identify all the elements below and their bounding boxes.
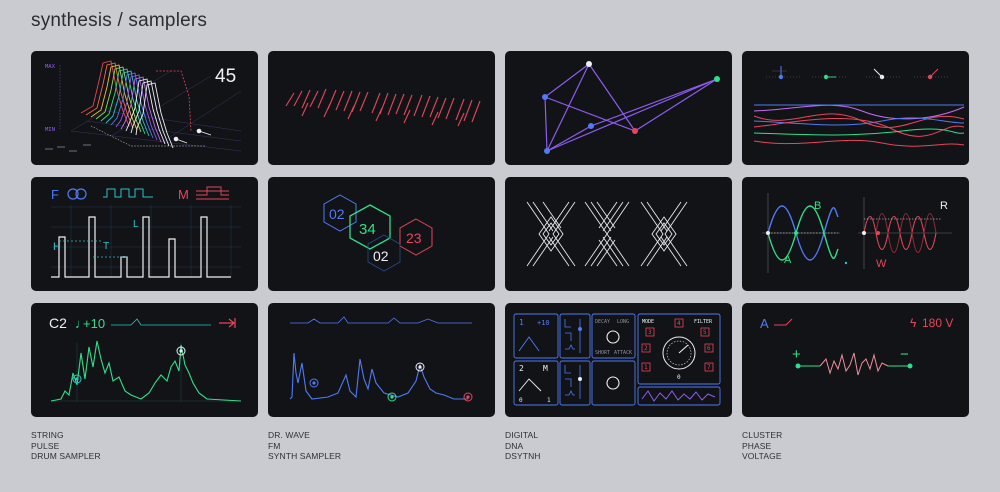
hex-value-2: 34	[359, 221, 376, 238]
long-label: LONG	[617, 319, 629, 325]
tile-dna-pattern[interactable]	[505, 177, 732, 291]
n3: 5	[703, 329, 707, 336]
tile-string-waterfall[interactable]: MAX MIN 45	[31, 51, 258, 165]
pulse-visual: F M H T L	[51, 186, 241, 278]
r-label: R	[940, 200, 948, 212]
n5: 6	[707, 345, 711, 352]
short-label: SHORT	[595, 350, 610, 356]
n8: 0	[677, 374, 681, 381]
synth-sampler-visual	[289, 316, 473, 402]
caption-col-1: STRING PULSE DRUM SAMPLER	[31, 430, 258, 462]
plus-label: +	[792, 346, 801, 363]
caption-line: CLUSTER	[742, 430, 783, 440]
hex-value-4: 02	[373, 248, 389, 264]
caption-line: PHASE	[742, 440, 772, 451]
caption-line: PULSE	[31, 440, 60, 451]
synth-panel-visual: 1 +10 2 M 0 1 DECAY LONG SHORT ATTACK MO…	[513, 313, 721, 406]
tile-voltage[interactable]: A ϟ 180 V + −	[742, 303, 969, 417]
caption-line: SYNTH SAMPLER	[268, 451, 342, 461]
t-label: T	[103, 241, 109, 252]
v1: 1	[519, 318, 524, 327]
caption-line: FM	[268, 440, 281, 451]
a-label: A	[760, 316, 769, 331]
f-label: F	[51, 187, 59, 202]
n1: 3	[648, 329, 652, 336]
n7: 7	[707, 364, 711, 371]
hex-value-3: 23	[406, 230, 422, 246]
tile-pulse-filter[interactable]: F M H T L	[31, 177, 258, 291]
tile-digital-network[interactable]	[505, 51, 732, 165]
tile-dsytnh-panel[interactable]: 1 +10 2 M 0 1 DECAY LONG SHORT ATTACK MO…	[505, 303, 732, 417]
caption-line: DSYTNH	[505, 451, 541, 461]
m-label: M	[178, 187, 189, 202]
captions-row: STRING PULSE DRUM SAMPLER DR. WAVE FM SY…	[31, 430, 969, 462]
n6: 1	[644, 364, 648, 371]
slash-pattern-visual	[285, 88, 481, 127]
decay-label: DECAY	[595, 319, 610, 325]
b-label: B	[814, 200, 821, 212]
page-title: synthesis / samplers	[31, 10, 208, 31]
tile-drum-sampler[interactable]: C2 ♩ +10	[31, 303, 258, 417]
tile-synth-sampler[interactable]	[268, 303, 495, 417]
v5: 0	[519, 397, 523, 404]
filter-label: FILTER	[694, 319, 713, 325]
caption-col-4: CLUSTER PHASE VOLTAGE	[742, 430, 969, 462]
network-visual	[542, 61, 720, 154]
voltage-visual: A ϟ 180 V + −	[760, 316, 953, 376]
dna-pattern-visual	[526, 201, 688, 267]
tile-cluster-dials[interactable]	[742, 51, 969, 165]
hex-value-1: 02	[329, 206, 345, 222]
caption-line: VOLTAGE	[742, 451, 782, 461]
n4: 2	[644, 345, 648, 352]
offset-label: +10	[83, 316, 105, 331]
sampler-grid: MAX MIN 45 F M H T L 02 34 23 02 B A R W…	[31, 51, 969, 417]
caption-col-2: DR. WAVE FM SYNTH SAMPLER	[268, 430, 495, 462]
caption-line: DRUM SAMPLER	[31, 451, 101, 461]
w-label: W	[876, 258, 887, 270]
min-label: MIN	[45, 127, 55, 133]
caption-col-3: DIGITAL DNA DSYTNH	[505, 430, 732, 462]
waterfall-visual: MAX MIN 45	[45, 60, 242, 152]
max-label: MAX	[45, 64, 56, 70]
v3: 2	[519, 364, 524, 373]
bolt-icon: ϟ	[910, 316, 917, 330]
tile-dr-wave-slashes[interactable]	[268, 51, 495, 165]
v4: M	[543, 364, 548, 373]
attack-label: ATTACK	[614, 350, 632, 356]
caption-line: DIGITAL	[505, 430, 539, 440]
dials-visual	[753, 66, 965, 147]
a-label: A	[784, 254, 792, 266]
v6: 1	[547, 397, 551, 404]
phase-visual: B A R W	[762, 193, 952, 273]
drum-sampler-visual: C2 ♩ +10	[49, 315, 242, 402]
voltage-readout: 180 V	[922, 316, 953, 330]
l-label: L	[133, 219, 139, 230]
caption-line: DNA	[505, 440, 524, 451]
h-label: H	[53, 241, 61, 253]
value-readout: 45	[215, 66, 236, 87]
caption-line: STRING	[31, 430, 64, 440]
v2: +10	[537, 319, 550, 327]
caption-line: DR. WAVE	[268, 430, 310, 440]
tile-fm-hexagons[interactable]: 02 34 23 02	[268, 177, 495, 291]
minus-label: −	[900, 346, 909, 363]
mode-label: MODE	[642, 319, 654, 325]
hexagons-visual: 02 34 23 02	[323, 194, 433, 272]
tile-phase-waves[interactable]: B A R W	[742, 177, 969, 291]
n2: 4	[677, 320, 681, 327]
note-label: C2	[49, 315, 67, 331]
